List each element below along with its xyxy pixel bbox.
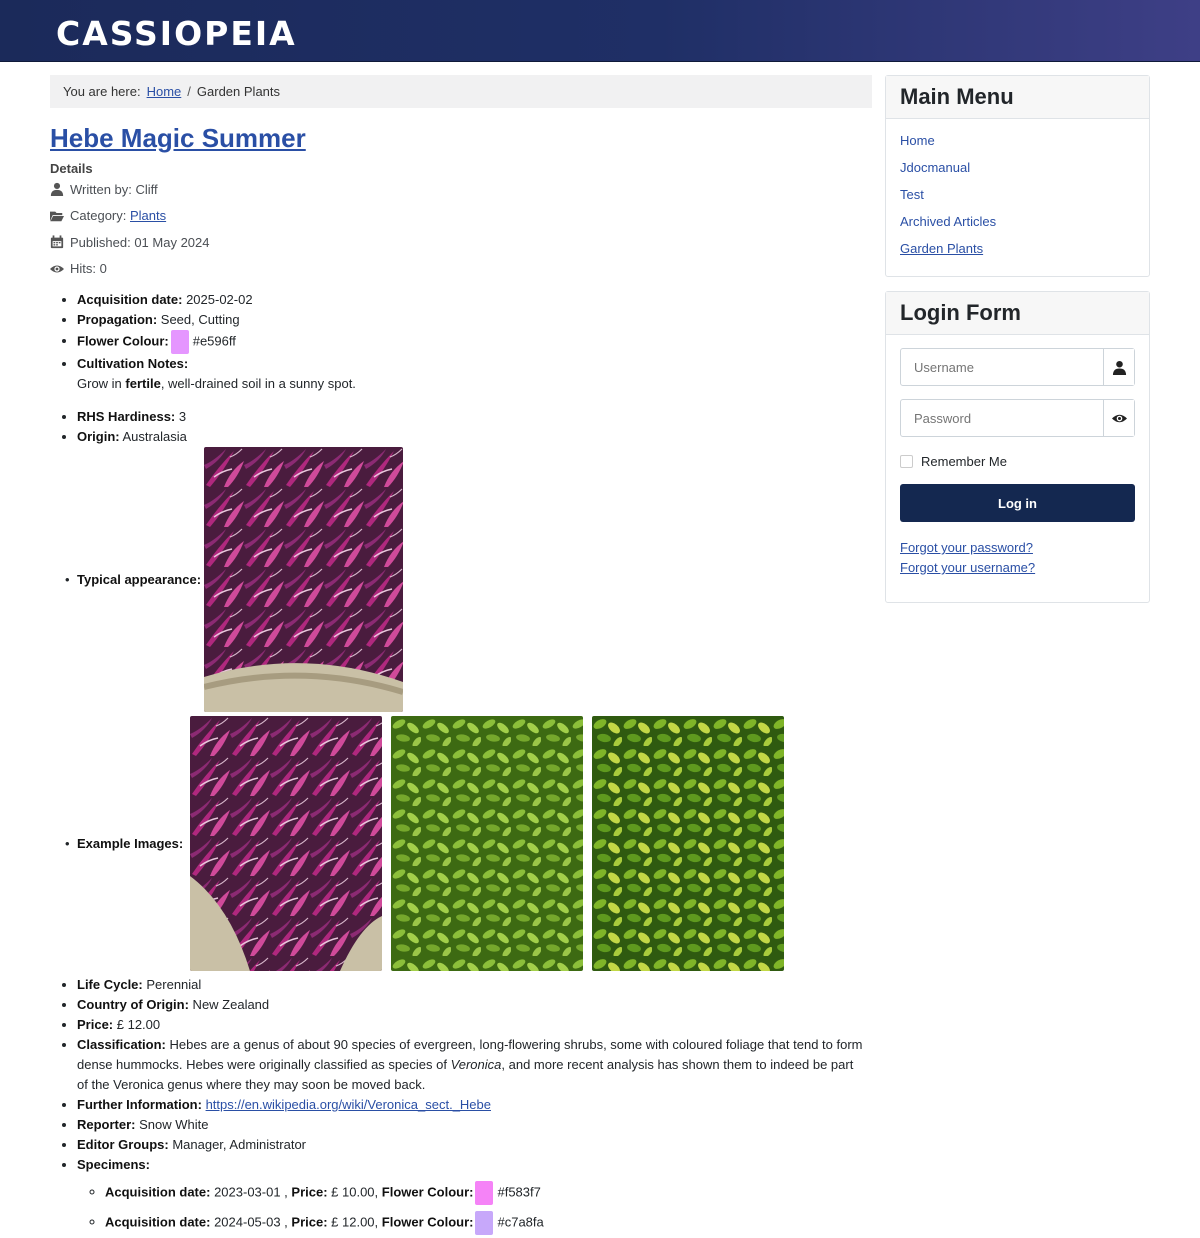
main-content: You are here: Home / Garden Plants Hebe … [50,62,872,1235]
login-links: Forgot your password? Forgot your userna… [900,538,1135,578]
username-group [900,348,1135,386]
author-info: Written by: Cliff [50,176,872,203]
author-text: Written by: Cliff [70,181,158,197]
forgot-password-link[interactable]: Forgot your password? [900,538,1135,558]
hits-text: Hits: 0 [70,261,107,277]
colour-swatch [170,330,189,354]
field-editor-groups: Editor Groups: Manager, Administrator [77,1135,872,1155]
example-image-green[interactable] [391,716,584,971]
breadcrumb-home-link[interactable]: Home [147,84,182,99]
details-heading: Details [50,161,93,176]
field-further-information: Further Information: https://en.wikipedi… [77,1095,872,1115]
menu-item-home[interactable]: Home [900,133,1135,160]
custom-fields-list: Acquisition date: 2025-02-02 Propagation… [50,290,872,1235]
password-input[interactable] [901,400,1103,436]
main-menu-list: Home Jdocmanual Test Archived Articles G… [886,119,1149,276]
breadcrumb-current: Garden Plants [196,84,281,99]
example-image-green-yellow[interactable] [592,716,785,971]
forgot-username-link[interactable]: Forgot your username? [900,558,1135,578]
field-classification: Classification: Hebes are a genus of abo… [77,1035,867,1095]
remember-me-checkbox[interactable] [900,455,913,468]
user-icon [1112,360,1126,375]
field-rhs-hardiness: RHS Hardiness: 3 [77,407,872,427]
category-label: Category: [70,208,130,224]
main-menu-card: Main Menu Home Jdocmanual Test Archived … [885,75,1150,277]
field-country-of-origin: Country of Origin: New Zealand [77,995,872,1015]
calendar-icon [50,235,64,249]
user-icon [50,183,64,197]
breadcrumb-prefix: You are here: [63,84,141,99]
field-origin: Origin: Australasia [77,427,872,447]
example-image-purple[interactable] [190,716,383,971]
site-header: CASSIOPEIA [0,0,1200,62]
category-link[interactable]: Plants [130,208,166,223]
site-brand[interactable]: CASSIOPEIA [56,14,297,53]
show-password-toggle[interactable] [1103,400,1134,436]
field-price: Price: £ 12.00 [77,1015,872,1035]
field-flower-colour: Flower Colour:#e596ff [77,330,872,354]
specimen-item: Acquisition date: 2023-03-01 , Price: £ … [105,1181,872,1205]
further-info-link[interactable]: https://en.wikipedia.org/wiki/Veronica_s… [206,1097,491,1112]
eye-icon [50,265,64,273]
hits-info: Hits: 0 [50,256,872,283]
field-propagation: Propagation: Seed, Cutting [77,310,872,330]
remember-me-label: Remember Me [921,454,1007,469]
field-typical-appearance: Typical appearance: [65,447,872,712]
login-form-card: Login Form Remember Me Log in Forgot yo [885,291,1150,603]
login-form: Remember Me Log in Forgot your password?… [886,335,1149,602]
field-life-cycle: Life Cycle: Perennial [77,975,872,995]
field-specimens: Specimens: Acquisition date: 2023-03-01 … [77,1155,872,1235]
colour-swatch [475,1181,494,1205]
published-text: Published: 01 May 2024 [70,234,210,250]
field-example-images: Example Images: [65,716,872,971]
published-info: Published: 01 May 2024 [50,229,872,256]
folder-open-icon [50,211,64,221]
eye-icon [1111,414,1127,422]
username-input[interactable] [901,349,1103,385]
login-button[interactable]: Log in [900,484,1135,522]
menu-item-jdocmanual[interactable]: Jdocmanual [900,160,1135,187]
colour-swatch [475,1211,494,1235]
category-info: Category: Plants [50,203,872,230]
remember-me[interactable]: Remember Me [900,454,1135,469]
specimen-item: Acquisition date: 2024-05-03 , Price: £ … [105,1211,872,1235]
typical-appearance-image[interactable] [204,447,404,712]
main-menu-title: Main Menu [886,76,1149,119]
login-form-title: Login Form [886,292,1149,335]
password-group [900,399,1135,437]
menu-item-test[interactable]: Test [900,187,1135,214]
sidebar: Main Menu Home Jdocmanual Test Archived … [885,75,1150,603]
breadcrumb-separator: / [187,84,191,99]
field-cultivation-notes: Cultivation Notes: Grow in fertile, well… [77,354,872,407]
menu-item-archived-articles[interactable]: Archived Articles [900,214,1135,241]
field-reporter: Reporter: Snow White [77,1115,872,1135]
article-title[interactable]: Hebe Magic Summer [50,123,306,154]
breadcrumb: You are here: Home / Garden Plants [50,75,872,108]
field-acquisition-date: Acquisition date: 2025-02-02 [77,290,872,310]
specimens-list: Acquisition date: 2023-03-01 , Price: £ … [77,1181,872,1235]
username-addon [1103,349,1134,385]
menu-item-garden-plants[interactable]: Garden Plants [900,241,1135,268]
